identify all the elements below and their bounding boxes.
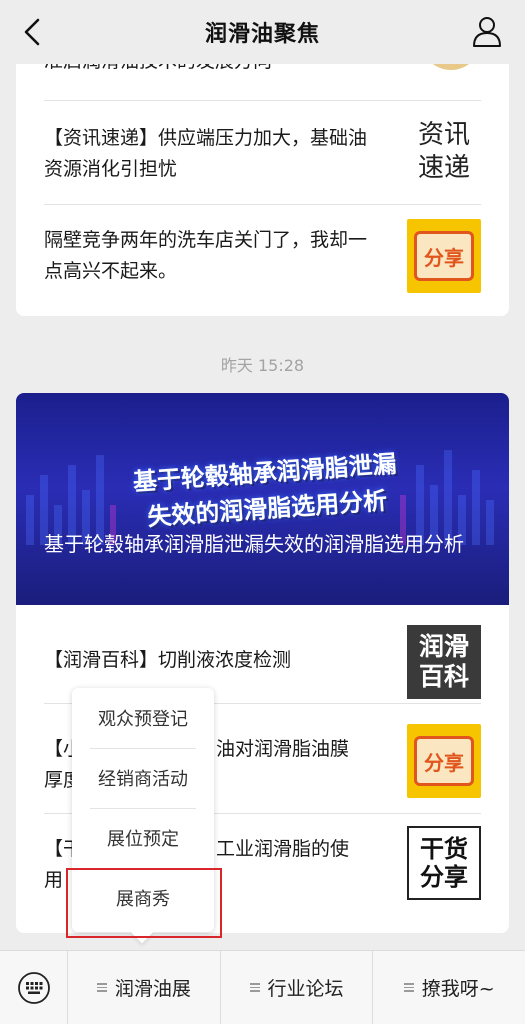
keyboard-icon	[17, 971, 50, 1004]
menu-label: 行业论坛	[267, 978, 344, 1000]
thumb-text: 分享	[420, 863, 468, 891]
profile-icon[interactable]	[471, 14, 503, 48]
thumb-text: 润滑	[418, 632, 469, 661]
article-title: 隔壁竞争两年的洗车店关门了，我却一点高兴不起来。	[44, 229, 368, 282]
highlight-box	[66, 868, 222, 938]
share-label: 分享	[414, 231, 474, 281]
article-title: 【资讯速递】供应端压力加大，基础油资源消化引担忧	[44, 127, 368, 180]
article-thumbnail: 分享	[407, 724, 481, 798]
thumb-text: 速递	[417, 153, 470, 183]
submenu-item-dealer-events[interactable]: 经销商活动	[72, 748, 214, 808]
bottom-menu-bar: 润滑油展 行业论坛 撩我呀~	[0, 950, 525, 1024]
menu-industry-forum[interactable]: 行业论坛	[221, 950, 374, 1024]
thumb-text: 资讯	[417, 120, 470, 150]
menu-label: 撩我呀~	[421, 978, 495, 1000]
thumb-text: 百科	[418, 662, 469, 691]
thumb-text: 干货	[420, 835, 468, 863]
menu-lines-icon	[96, 981, 107, 994]
timestamp: 昨天 15:28	[220, 356, 305, 375]
menu-lines-icon	[249, 981, 260, 994]
title-fragment: 工业润滑脂的使	[216, 838, 350, 860]
article-thumbnail: 资讯 速递	[407, 115, 481, 189]
share-label: 分享	[414, 736, 474, 786]
article-item[interactable]: 隔壁竞争两年的洗车店关门了，我却一点高兴不起来。 分享	[44, 204, 481, 316]
back-arrow-icon[interactable]	[18, 16, 48, 48]
title-fragment: 油对润滑脂油膜	[216, 738, 350, 760]
banner-caption: 基于轮毂轴承润滑脂泄漏失效的润滑脂选用分析	[44, 532, 464, 556]
menu-lubricant-expo[interactable]: 润滑油展	[68, 950, 221, 1024]
menu-label: 润滑油展	[114, 978, 191, 1000]
article-item[interactable]: 【资讯速递】供应端压力加大，基础油资源消化引担忧 资讯 速递	[44, 100, 481, 204]
article-title: 【润滑百科】切削液浓度检测	[44, 649, 292, 671]
article-thumbnail: 润滑 百科	[407, 625, 481, 699]
article-card-1: 准启润滑油技术的发展方向 【资讯速递】供应端压力加大，基础油资源消化引担忧 资讯…	[16, 40, 509, 316]
keyboard-toggle[interactable]	[0, 950, 68, 1024]
menu-contact-us[interactable]: 撩我呀~	[373, 951, 525, 1024]
cover-banner[interactable]: 基于轮毂轴承润滑脂泄漏 失效的润滑脂选用分析 基于轮毂轴承润滑脂泄漏失效的润滑脂…	[16, 393, 509, 605]
article-thumbnail: 分享	[407, 219, 481, 293]
nav-bar: 润滑油聚焦	[0, 0, 525, 64]
menu-lines-icon	[403, 981, 414, 994]
submenu-item-booth-booking[interactable]: 展位预定	[72, 808, 214, 868]
page-title: 润滑油聚焦	[204, 22, 320, 47]
submenu-item-visitor-registration[interactable]: 观众预登记	[72, 688, 214, 748]
article-thumbnail: 干货 分享	[407, 826, 481, 900]
